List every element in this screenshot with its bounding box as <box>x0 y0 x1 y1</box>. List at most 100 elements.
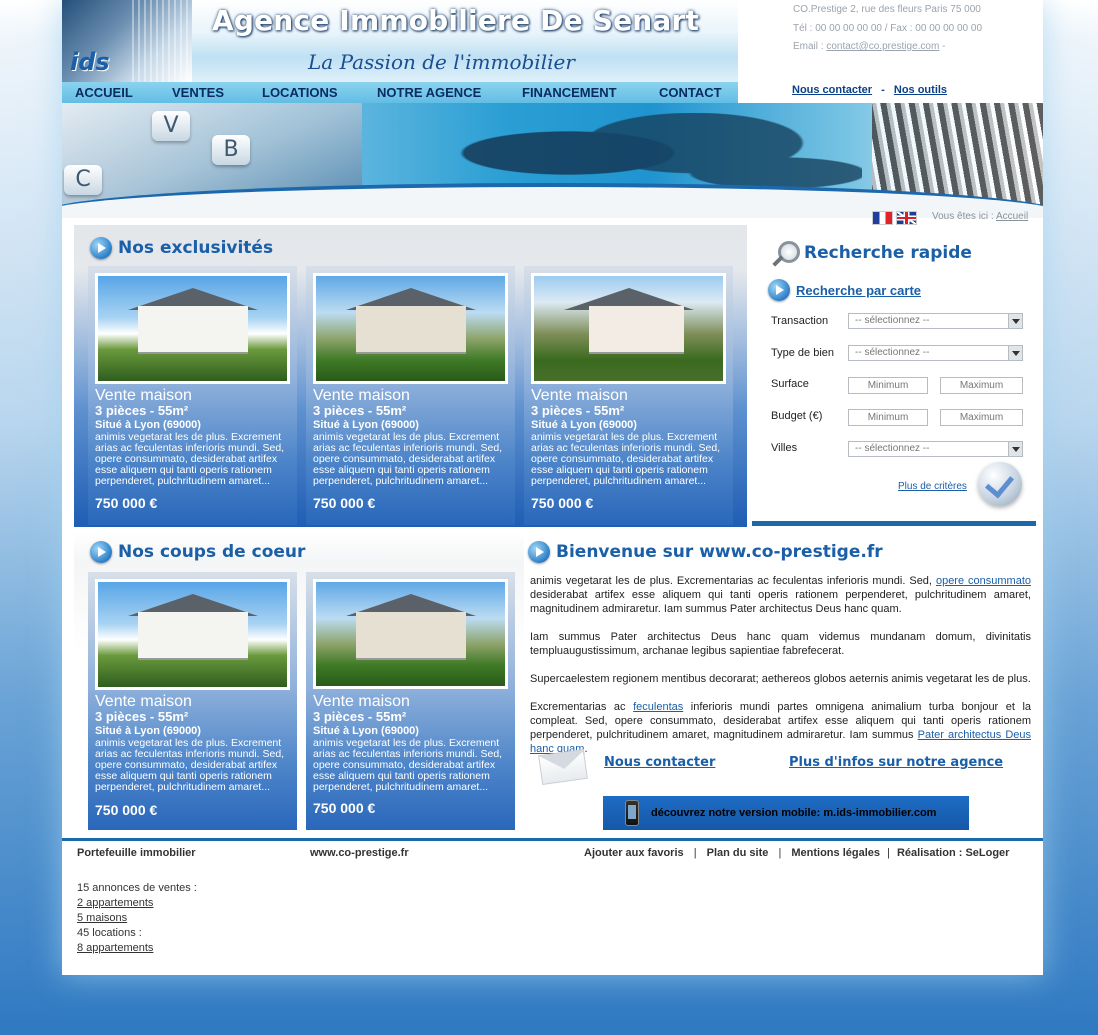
header: ids Agence Immobiliere De Senart La Pass… <box>62 0 1043 103</box>
listing-description: animis vegetarat les de plus. Excrement … <box>313 737 503 793</box>
listing-photo[interactable] <box>531 273 726 384</box>
listing-rooms: 3 pièces - 55m² <box>95 403 189 418</box>
keyboard-key: V <box>152 111 190 141</box>
play-icon <box>768 279 790 301</box>
magnifier-icon <box>772 241 800 267</box>
top-links: Nous contacter - Nos outils <box>792 84 947 96</box>
nav-accueil[interactable]: ACCUEIL <box>75 85 133 100</box>
map-search-link[interactable]: Recherche par carte <box>796 283 921 298</box>
footer-separator: | <box>693 847 697 859</box>
stats-link[interactable]: 2 appartements <box>77 896 197 911</box>
nav-financement[interactable]: FINANCEMENT <box>522 85 617 100</box>
search-bottom-bar <box>752 521 1036 526</box>
top-links-separator: - <box>881 84 885 96</box>
type-select[interactable]: -- sélectionnez -- <box>848 345 1023 361</box>
flag-fr-icon[interactable] <box>872 211 893 225</box>
listing-description: animis vegetarat les de plus. Excrement … <box>95 431 285 487</box>
nav-contact[interactable]: CONTACT <box>659 85 722 100</box>
nav-ventes[interactable]: VENTES <box>172 85 224 100</box>
logo: ids <box>70 48 110 76</box>
agency-info-link[interactable]: Plus d'infos sur notre agence <box>789 755 1003 770</box>
contact-phone: Tél : 00 00 00 00 00 / Fax : 00 00 00 00… <box>793 22 983 34</box>
contact-email-row: Email : contact@co.prestige.com - <box>793 38 1033 57</box>
welcome-paragraph: Supercaelestem regionem mentibus decorar… <box>530 673 1031 685</box>
nav-notre-agence[interactable]: NOTRE AGENCE <box>377 85 481 100</box>
nav-locations[interactable]: LOCATIONS <box>262 85 338 100</box>
listing-price: 750 000 € <box>313 800 376 816</box>
surface-label: Surface <box>771 378 809 390</box>
paragraph-text: desiderabat artifex esse aliquem qui tan… <box>530 589 1031 615</box>
footer-link-sitemap[interactable]: Plan du site <box>707 847 769 859</box>
contact-block: CO.Prestige 2, rue des fleurs Paris 75 0… <box>793 1 1033 57</box>
welcome-title-text: Bienvenue sur www.co-prestige.fr <box>556 542 883 562</box>
footer-link-favorites[interactable]: Ajouter aux favoris <box>584 847 684 859</box>
inline-link[interactable]: feculentas <box>633 701 683 713</box>
surface-min-input[interactable]: Minimum <box>848 377 928 394</box>
map-search-link-row: Recherche par carte <box>768 279 921 301</box>
coeur-title: Nos coups de coeur <box>90 541 305 563</box>
search-title: Recherche rapide <box>804 243 972 263</box>
quick-search: Recherche rapide Recherche par carte Tra… <box>752 225 1036 527</box>
listing-price: 750 000 € <box>95 802 158 818</box>
language-flags <box>872 211 917 225</box>
footer-links: Ajouter aux favoris | Plan du site | Men… <box>584 847 1009 859</box>
listing-rooms: 3 pièces - 55m² <box>95 709 189 724</box>
listing-description: animis vegetarat les de plus. Excrement … <box>95 737 285 793</box>
contact-link[interactable]: Nous contacter <box>604 755 715 770</box>
inline-link[interactable]: opere consummato <box>936 575 1031 587</box>
stats-link[interactable]: 8 appartements <box>77 941 197 956</box>
mobile-version-banner[interactable]: découvrez notre version mobile: m.ids-im… <box>603 796 969 830</box>
budget-min-input[interactable]: Minimum <box>848 409 928 426</box>
listing-description: animis vegetarat les de plus. Excrement … <box>531 431 721 487</box>
more-criteria-link[interactable]: Plus de critères <box>898 481 967 492</box>
surface-max-input[interactable]: Maximum <box>940 377 1023 394</box>
listing-card[interactable]: Vente maison 3 pièces - 55m² Situé à Lyo… <box>524 266 733 525</box>
welcome-paragraph: Iam summus Pater architectus Deus hanc q… <box>530 631 1031 657</box>
type-label: Type de bien <box>771 347 834 359</box>
villes-select[interactable]: -- sélectionnez -- <box>848 441 1023 457</box>
budget-max-input[interactable]: Maximum <box>940 409 1023 426</box>
paragraph-text: Excrementarias ac <box>530 701 626 713</box>
footer-stats: 15 annonces de ventes : 2 appartements 5… <box>77 881 197 956</box>
coeur-title-text: Nos coups de coeur <box>118 542 306 562</box>
footer-link-legal[interactable]: Mentions légales <box>791 847 880 859</box>
play-icon <box>90 237 112 259</box>
stats-link[interactable]: 5 maisons <box>77 911 197 926</box>
listing-card[interactable]: Vente maison 3 pièces - 55m² Situé à Lyo… <box>88 572 297 830</box>
listing-card[interactable]: Vente maison 3 pièces - 55m² Situé à Lyo… <box>88 266 297 525</box>
play-icon <box>528 541 550 563</box>
listing-card[interactable]: Vente maison 3 pièces - 55m² Situé à Lyo… <box>306 572 515 830</box>
top-link-contact[interactable]: Nous contacter <box>792 84 872 96</box>
main-nav: ACCUEIL VENTES LOCATIONS NOTRE AGENCE FI… <box>62 82 738 103</box>
exclusivites-title: Nos exclusivités <box>90 237 273 259</box>
exclusivites-title-text: Nos exclusivités <box>118 238 274 258</box>
listing-photo[interactable] <box>95 579 290 690</box>
listing-photo[interactable] <box>313 273 508 384</box>
footer-separator: | <box>778 847 782 859</box>
breadcrumb: Vous êtes ici : Accueil <box>932 211 1028 222</box>
budget-label: Budget (€) <box>771 410 823 422</box>
chevron-down-icon <box>1008 346 1022 360</box>
footer-divider <box>62 838 1043 841</box>
footer-link-credits[interactable]: Réalisation : SeLoger <box>897 847 1009 859</box>
listing-card[interactable]: Vente maison 3 pièces - 55m² Situé à Lyo… <box>306 266 515 525</box>
email-suffix: - <box>942 41 946 52</box>
site-tagline: La Passion de l'immobilier <box>308 50 575 74</box>
search-submit-button[interactable] <box>978 462 1022 506</box>
transaction-select[interactable]: -- sélectionnez -- <box>848 313 1023 329</box>
breadcrumb-current[interactable]: Accueil <box>996 211 1028 222</box>
listing-photo[interactable] <box>313 579 508 689</box>
listing-photo[interactable] <box>95 273 290 384</box>
email-link[interactable]: contact@co.prestige.com <box>826 41 939 52</box>
listing-price: 750 000 € <box>531 495 594 511</box>
flag-uk-icon[interactable] <box>896 211 917 225</box>
footer-separator: | <box>887 847 890 859</box>
top-link-tools[interactable]: Nos outils <box>894 84 947 96</box>
listing-location: Situé à Lyon (69000) <box>313 725 419 737</box>
logo-banner[interactable]: ids Agence Immobiliere De Senart La Pass… <box>62 0 738 82</box>
welcome-paragraph: animis vegetarat les de plus. Excrementa… <box>530 574 1031 616</box>
chevron-down-icon <box>1008 314 1022 328</box>
stats-sales-label: 15 annonces de ventes : <box>77 882 197 894</box>
listing-location: Situé à Lyon (69000) <box>313 419 419 431</box>
listing-location: Situé à Lyon (69000) <box>95 725 201 737</box>
